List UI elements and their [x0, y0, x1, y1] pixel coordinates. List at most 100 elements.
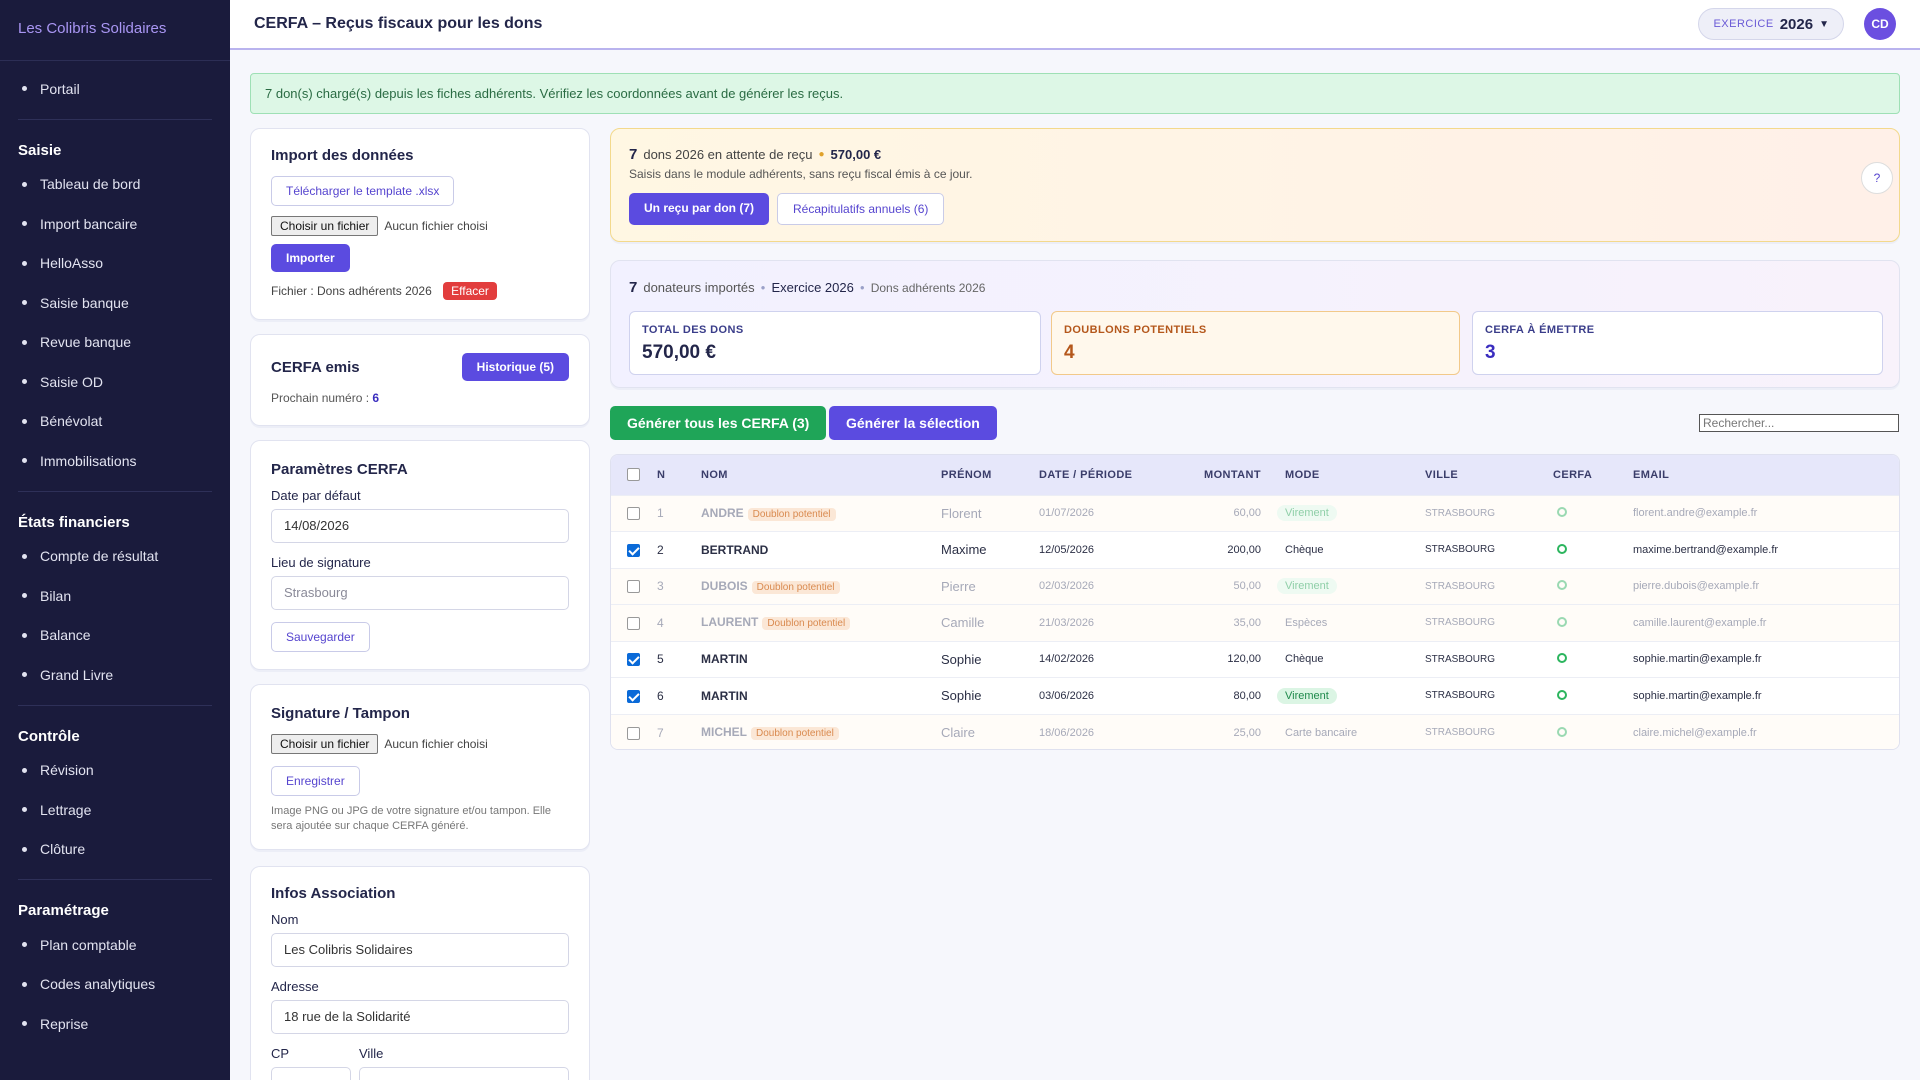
- separator-dot-icon: ●: [760, 283, 766, 292]
- bullet-icon: [22, 632, 27, 638]
- sidebar-item[interactable]: Reprise: [18, 1004, 212, 1044]
- col-nom[interactable]: NOM: [701, 455, 941, 495]
- donors-table: N NOM PRÉNOM DATE / PÉRIODE MONTANT MODE…: [610, 454, 1900, 750]
- sidebar-item[interactable]: Saisie OD: [18, 362, 212, 402]
- table-row[interactable]: 7 MICHEL Doublon potentiel Claire 18/06/2026…: [611, 713, 1899, 749]
- col-mode[interactable]: MODE: [1271, 455, 1425, 495]
- import-button[interactable]: Importer: [271, 244, 350, 272]
- save-params-button[interactable]: Sauvegarder: [271, 622, 370, 652]
- cell-email[interactable]: sophie.martin@example.fr: [1633, 640, 1899, 678]
- sidebar-item[interactable]: Révision: [18, 751, 212, 791]
- bullet-icon: [22, 981, 27, 987]
- row-checkbox[interactable]: [627, 507, 640, 521]
- select-all-checkbox[interactable]: [627, 468, 640, 482]
- table-row[interactable]: 2 BERTRAND Maxime 12/05/2026 200,00 Chèque STR…: [611, 531, 1899, 568]
- sidebar-item[interactable]: Bilan: [18, 576, 212, 616]
- row-checkbox[interactable]: [627, 689, 640, 703]
- col-n[interactable]: N: [657, 455, 701, 495]
- sidebar-item[interactable]: Compte de résultat: [18, 537, 212, 577]
- duplicate-badge: Doublon potentiel: [751, 727, 839, 740]
- download-template-button[interactable]: Télécharger le template .xlsx: [271, 176, 455, 206]
- sidebar-item[interactable]: Revue banque: [18, 323, 212, 363]
- col-email[interactable]: EMAIL: [1633, 455, 1899, 495]
- exercice-year: 2026: [1779, 15, 1814, 33]
- ville-field[interactable]: [359, 1067, 569, 1080]
- stat-duplicates-value: 4: [1064, 342, 1075, 363]
- sidebar-item[interactable]: Balance: [18, 616, 212, 656]
- col-montant[interactable]: MONTANT: [1189, 455, 1271, 495]
- generate-all-button[interactable]: Générer tous les CERFA (3): [610, 406, 827, 440]
- col-ville[interactable]: VILLE: [1425, 455, 1553, 495]
- col-date[interactable]: DATE / PÉRIODE: [1039, 455, 1189, 495]
- sidebar-section-title: Paramétrage: [18, 902, 109, 919]
- table-row[interactable]: 5 MARTIN Sophie 14/02/2026 120,00 Chèque STRAS…: [611, 640, 1899, 678]
- sidebar-item-portail[interactable]: Portail: [18, 69, 212, 109]
- sidebar-item[interactable]: Saisie banque: [18, 283, 212, 323]
- sidebar-item[interactable]: Tableau de bord: [18, 165, 212, 205]
- sidebar-item[interactable]: Codes analytiques: [18, 965, 212, 1005]
- table-row[interactable]: 1 ANDRE Doublon potentiel Florent 01/07/2026…: [611, 494, 1899, 532]
- cerfa-emis-card: CERFA emis Historique (5) Prochain numér…: [250, 334, 590, 426]
- adresse-field[interactable]: 18 rue de la Solidarité: [271, 1000, 569, 1034]
- help-icon[interactable]: ?: [1861, 162, 1893, 194]
- row-checkbox[interactable]: [627, 580, 640, 594]
- mode-badge: Virement: [1277, 505, 1337, 522]
- bullet-icon: [22, 942, 27, 948]
- summary-exercice: Exercice 2026: [771, 280, 854, 295]
- summary-card: 7 donateurs importés ● Exercice 2026 ● D…: [610, 260, 1900, 388]
- row-checkbox[interactable]: [627, 653, 640, 667]
- separator-dot-icon: ●: [818, 149, 825, 160]
- sidebar-item[interactable]: Lettrage: [18, 790, 212, 830]
- table-row[interactable]: 6 MARTIN Sophie 03/06/2026 80,00 Virement STRA…: [611, 677, 1899, 714]
- cerfa-status-icon: [1557, 543, 1567, 554]
- exercice-selector[interactable]: EXERCICE 2026 ▼: [1698, 8, 1844, 40]
- history-button[interactable]: Historique (5): [461, 353, 569, 381]
- table-row[interactable]: 4 LAURENT Doublon potentiel Camille 21/03/20…: [611, 604, 1899, 641]
- lieu-field[interactable]: Strasbourg: [271, 576, 569, 610]
- one-receipt-button[interactable]: Un reçu par don (7): [629, 193, 770, 225]
- cell-email[interactable]: pierre.dubois@example.fr: [1633, 567, 1899, 605]
- brand-name[interactable]: Les Colibris Solidaires: [0, 0, 230, 61]
- col-cerfa[interactable]: CERFA: [1553, 455, 1633, 495]
- cell-prenom: Florent: [941, 494, 1039, 532]
- duplicate-badge: Doublon potentiel: [751, 580, 840, 594]
- cell-email[interactable]: claire.michel@example.fr: [1633, 713, 1899, 749]
- choose-file-button[interactable]: Choisir un fichier: [271, 216, 379, 236]
- generate-selection-button[interactable]: Générer la sélection: [829, 406, 997, 440]
- row-checkbox[interactable]: [627, 543, 640, 557]
- row-checkbox[interactable]: [627, 726, 640, 740]
- date-field[interactable]: 14/08/2026: [271, 509, 569, 543]
- stat-duplicates: DOUBLONS POTENTIELS 4: [1051, 311, 1460, 375]
- cell-prenom: Sophie: [941, 677, 1039, 714]
- sidebar-item[interactable]: HelloAsso: [18, 244, 212, 284]
- signature-save-button[interactable]: Enregistrer: [271, 766, 360, 796]
- row-checkbox[interactable]: [627, 616, 640, 630]
- avatar[interactable]: CD: [1864, 8, 1896, 40]
- sidebar-divider: [18, 704, 212, 706]
- sidebar-item[interactable]: Bénévolat: [18, 402, 212, 442]
- annual-recap-button[interactable]: Récapitulatifs annuels (6): [777, 193, 945, 225]
- search-input[interactable]: Rechercher...: [1699, 414, 1899, 432]
- mode-text: Carte bancaire: [1285, 726, 1358, 739]
- col-prenom[interactable]: PRÉNOM: [941, 455, 1039, 495]
- cerfa-status-icon: [1557, 580, 1567, 591]
- cell-email[interactable]: florent.andre@example.fr: [1633, 494, 1899, 532]
- cp-field[interactable]: [271, 1067, 351, 1080]
- sidebar-item[interactable]: Plan comptable: [18, 925, 212, 965]
- table-row[interactable]: 3 DUBOIS Doublon potentiel Pierre 02/03/2026…: [611, 567, 1899, 605]
- sidebar-item[interactable]: Immobilisations: [18, 441, 212, 481]
- nom-field[interactable]: Les Colibris Solidaires: [271, 933, 569, 967]
- sidebar-item[interactable]: Clôture: [18, 830, 212, 870]
- sidebar-item[interactable]: Import bancaire: [18, 204, 212, 244]
- cell-email[interactable]: camille.laurent@example.fr: [1633, 604, 1899, 641]
- sidebar-item-label: HelloAsso: [40, 255, 104, 272]
- top-bar: CERFA – Reçus fiscaux pour les dons EXER…: [230, 0, 1920, 50]
- duplicate-badge: Doublon potentiel: [762, 617, 851, 631]
- clear-button[interactable]: Effacer: [443, 282, 497, 300]
- cell-email[interactable]: sophie.martin@example.fr: [1633, 677, 1899, 714]
- cell-email[interactable]: maxime.bertrand@example.fr: [1633, 531, 1899, 568]
- sidebar-item[interactable]: Grand Livre: [18, 655, 212, 695]
- sidebar-item-label: Grand Livre: [40, 666, 114, 683]
- signature-file-button[interactable]: Choisir un fichier: [271, 734, 379, 754]
- file-label: Fichier : Dons adhérents 2026: [271, 284, 432, 298]
